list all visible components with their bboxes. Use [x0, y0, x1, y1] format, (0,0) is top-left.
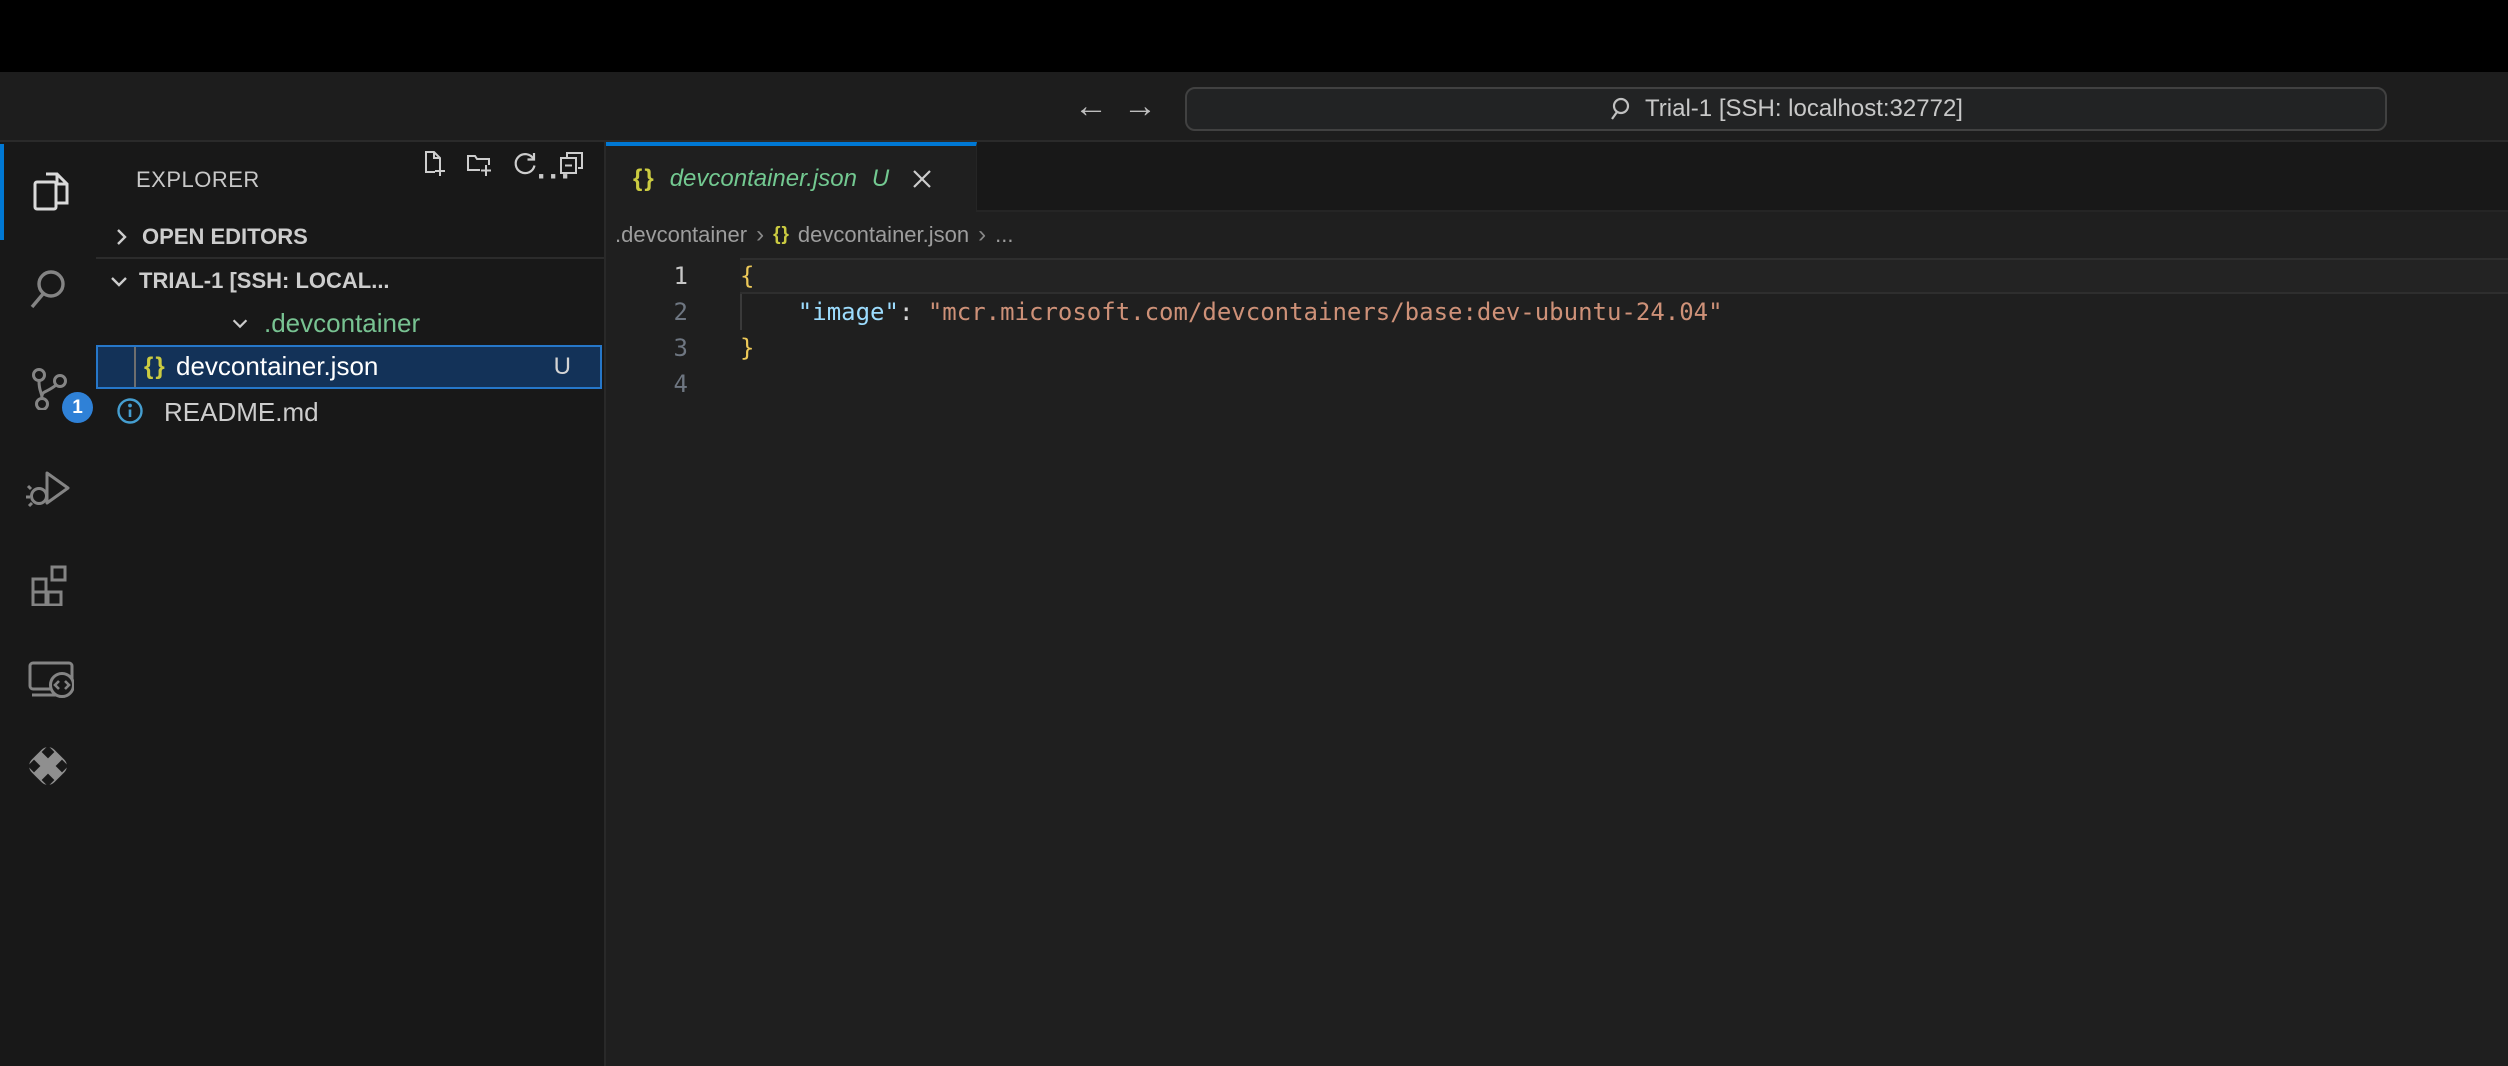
- refresh-icon[interactable]: [512, 150, 538, 176]
- code-line-1: {: [740, 258, 1723, 294]
- json-file-icon: {}: [773, 224, 790, 246]
- nav-forward-icon[interactable]: →: [1117, 72, 1163, 140]
- line-number: 4: [606, 366, 688, 402]
- new-file-icon[interactable]: [420, 150, 446, 176]
- active-tab-indicator: [0, 144, 4, 240]
- source-control-badge: 1: [62, 392, 93, 423]
- json-string-value: "mcr.microsoft.com/devcontainers/base:de…: [928, 298, 1723, 326]
- breadcrumb: .devcontainer › {} devcontainer.json › .…: [606, 214, 2508, 256]
- run-debug-icon[interactable]: [26, 464, 70, 508]
- tree-row-devcontainer-json-selected[interactable]: {} devcontainer.json U: [96, 345, 602, 389]
- explorer-icon[interactable]: [26, 168, 70, 212]
- close-brace: }: [740, 334, 754, 362]
- chevron-down-icon: [229, 312, 251, 334]
- code-line-4: [740, 366, 1723, 402]
- line-number-gutter: 1 2 3 4: [606, 258, 688, 402]
- chevron-down-icon: [107, 269, 131, 293]
- marketplace-diamond-icon[interactable]: [26, 744, 70, 788]
- source-control-icon[interactable]: 1: [26, 366, 70, 410]
- breadcrumb-folder[interactable]: .devcontainer: [615, 222, 747, 248]
- nav-back-icon[interactable]: ←: [1068, 72, 1114, 140]
- title-bar: ← → Trial-1 [SSH: localhost:32772]: [0, 72, 2508, 142]
- file-name: devcontainer.json: [176, 351, 378, 382]
- workspace-section[interactable]: TRIAL-1 [SSH: LOCAL...: [96, 259, 604, 302]
- info-file-icon: [116, 397, 144, 425]
- open-brace: {: [740, 262, 754, 290]
- code-editor[interactable]: 1 2 3 4 { "image": "mcr.microsoft.com/de…: [606, 256, 2508, 1066]
- tab-devcontainer-json[interactable]: {} devcontainer.json U: [606, 142, 977, 212]
- new-folder-icon[interactable]: [466, 150, 492, 176]
- open-editors-label: OPEN EDITORS: [142, 224, 308, 250]
- breadcrumb-file[interactable]: devcontainer.json: [798, 222, 969, 248]
- code-line-3: }: [740, 330, 1723, 366]
- json-key: "image": [798, 298, 899, 326]
- collapse-all-icon[interactable]: [558, 150, 584, 176]
- close-icon[interactable]: [909, 166, 935, 192]
- json-file-icon: {}: [633, 165, 656, 193]
- code-content: { "image": "mcr.microsoft.com/devcontain…: [740, 258, 1723, 402]
- explorer-sidebar: EXPLORER ··· OPEN EDITORS TRIAL-1 [SSH: …: [96, 142, 606, 1066]
- extensions-icon[interactable]: [26, 562, 70, 606]
- git-untracked-badge: U: [554, 353, 571, 381]
- tree-indent-guide: [134, 347, 136, 387]
- line-number: 3: [606, 330, 688, 366]
- code-line-2: "image": "mcr.microsoft.com/devcontainer…: [740, 294, 1723, 330]
- tab-git-badge: U: [872, 165, 889, 193]
- search-icon: [1609, 96, 1635, 122]
- tree-row-readme[interactable]: README.md: [96, 389, 604, 433]
- workspace-label: TRIAL-1 [SSH: LOCAL...: [139, 268, 390, 294]
- breadcrumb-more[interactable]: ...: [995, 222, 1013, 248]
- colon: :: [899, 298, 928, 326]
- tree-row-devcontainer-folder[interactable]: .devcontainer: [96, 302, 604, 343]
- chevron-right-icon: ›: [978, 221, 986, 249]
- file-name: README.md: [164, 397, 319, 428]
- open-editors-section[interactable]: OPEN EDITORS: [96, 216, 604, 257]
- sidebar-title: EXPLORER: [136, 167, 260, 193]
- activity-bar: 1: [0, 142, 96, 1066]
- command-center-label: Trial-1 [SSH: localhost:32772]: [1645, 95, 1963, 123]
- chevron-right-icon: [109, 225, 133, 249]
- search-icon[interactable]: [26, 268, 70, 312]
- chevron-right-icon: ›: [756, 221, 764, 249]
- line-number: 2: [606, 294, 688, 330]
- command-center-search[interactable]: Trial-1 [SSH: localhost:32772]: [1185, 87, 2387, 131]
- tab-label: devcontainer.json: [670, 165, 857, 193]
- vscode-window: ← → Trial-1 [SSH: localhost:32772]: [0, 0, 2508, 1066]
- line-number: 1: [606, 258, 688, 294]
- remote-explorer-icon[interactable]: [26, 659, 70, 703]
- json-file-icon: {}: [144, 353, 167, 381]
- tab-bar: {} devcontainer.json U: [606, 142, 2508, 212]
- macos-menubar-strip: [0, 0, 2508, 72]
- indent: [740, 298, 798, 326]
- explorer-toolbar: [420, 148, 584, 180]
- folder-name: .devcontainer: [264, 308, 420, 339]
- editor-group: {} devcontainer.json U .devcontainer › {…: [606, 142, 2508, 1066]
